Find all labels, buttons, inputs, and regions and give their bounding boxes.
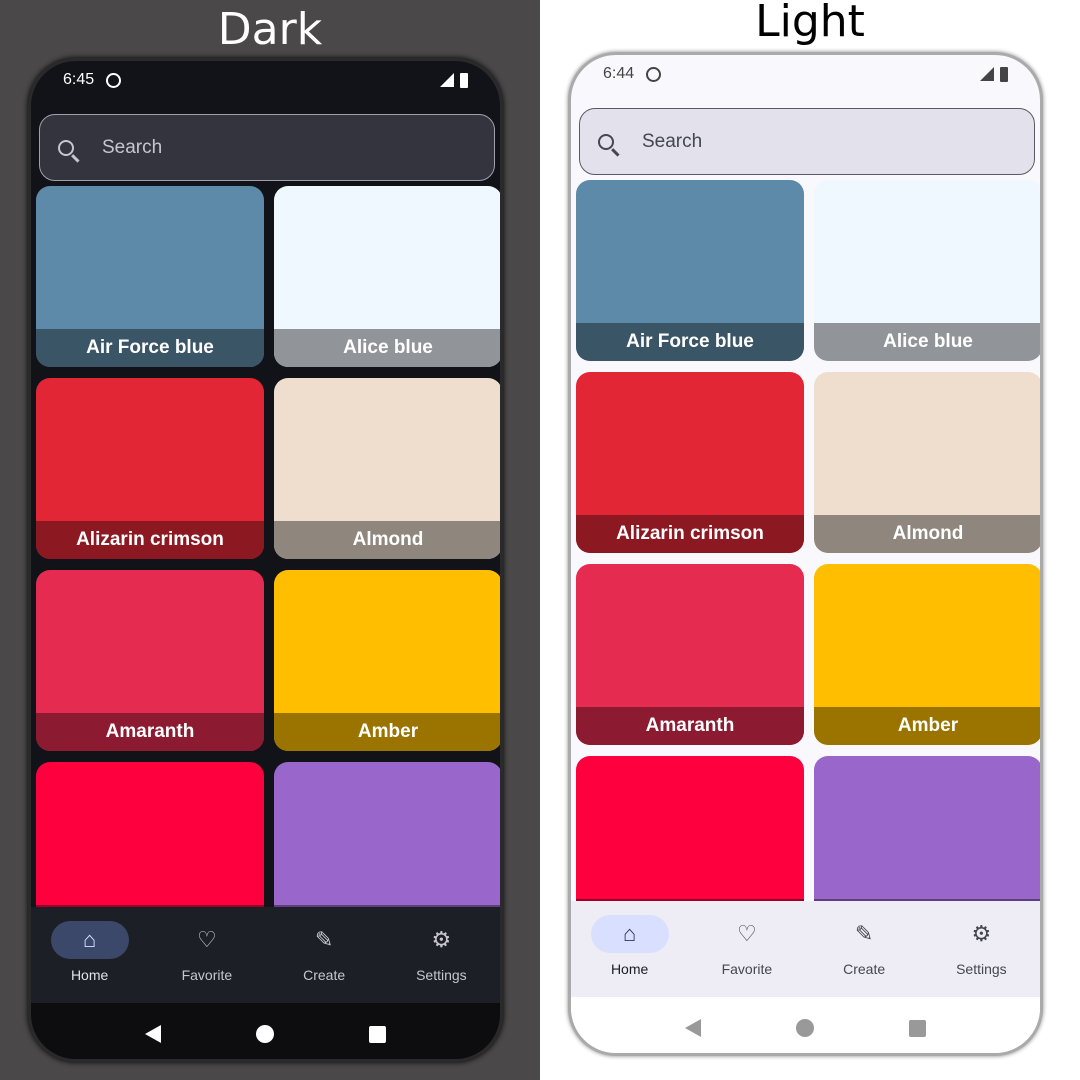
back-icon[interactable]: [685, 1019, 701, 1037]
gear-icon: ⚙: [971, 921, 992, 946]
heart-icon: ♡: [197, 927, 217, 952]
color-label: Almond: [274, 521, 500, 559]
color-tile[interactable]: Alice blue: [274, 186, 500, 367]
search-placeholder[interactable]: Search: [642, 131, 702, 153]
home-circle-icon[interactable]: [256, 1025, 274, 1043]
nav-label: Favorite: [181, 967, 233, 983]
battery-icon: [1000, 66, 1008, 82]
nav-label: Settings: [956, 961, 1007, 977]
panel-title: Dark: [217, 4, 323, 55]
color-tile[interactable]: Air Force blue: [36, 186, 264, 367]
nav-label: Create: [303, 967, 346, 983]
color-label: Almond: [814, 515, 1040, 553]
phone-frame: 6:45 Search Air Force blue Alice blue Alizar…: [28, 58, 503, 1062]
color-tile[interactable]: Alizarin crimson: [36, 378, 264, 559]
status-time: 6:45: [63, 71, 95, 88]
nav-item-settings[interactable]: ⚙ Settings: [923, 901, 1040, 997]
color-tile[interactable]: Amber: [814, 564, 1040, 745]
color-label: Air Force blue: [36, 329, 264, 367]
color-label: Amber: [814, 707, 1040, 745]
phone-frame: 6:44 Search Air Force blue Alice blue Alizar…: [568, 52, 1043, 1056]
nav-label: Home: [70, 967, 109, 983]
color-tile[interactable]: [814, 756, 1040, 902]
color-label: Air Force blue: [576, 323, 804, 361]
nav-item-favorite[interactable]: ♡ Favorite: [688, 901, 805, 997]
color-tile[interactable]: [36, 762, 264, 908]
nav-item-settings[interactable]: ⚙ Settings: [383, 907, 500, 1003]
nav-item-create[interactable]: ✎ Create: [806, 901, 923, 997]
panel-title: Light: [755, 0, 865, 47]
color-tile[interactable]: [274, 762, 500, 908]
color-label: Amaranth: [576, 707, 804, 745]
back-icon[interactable]: [145, 1025, 161, 1043]
gear-icon: ⚙: [431, 927, 452, 952]
recents-icon[interactable]: [369, 1025, 386, 1043]
color-label: Amaranth: [36, 713, 264, 751]
search-placeholder[interactable]: Search: [102, 137, 162, 159]
search-bar[interactable]: Search: [579, 108, 1035, 175]
color-tile[interactable]: Almond: [274, 378, 500, 559]
nav-label: Favorite: [721, 961, 773, 977]
bottom-nav: ⌂ Home ♡ Favorite ✎ Create ⚙ Settings: [31, 907, 500, 1003]
color-tile[interactable]: Alice blue: [814, 180, 1040, 361]
recents-icon[interactable]: [909, 1019, 926, 1037]
nav-label: Create: [843, 961, 886, 977]
nav-item-create[interactable]: ✎ Create: [266, 907, 383, 1003]
search-bar[interactable]: Search: [39, 114, 495, 181]
color-tile[interactable]: Amber: [274, 570, 500, 751]
color-label: Alizarin crimson: [36, 521, 264, 559]
color-tile[interactable]: Air Force blue: [576, 180, 804, 361]
color-tile[interactable]: Alizarin crimson: [576, 372, 804, 553]
pencil-icon: ✎: [854, 921, 874, 946]
nav-label: Settings: [416, 967, 467, 983]
color-tile[interactable]: Almond: [814, 372, 1040, 553]
bottom-nav: ⌂ Home ♡ Favorite ✎ Create ⚙ Settings: [571, 901, 1040, 997]
search-icon[interactable]: [58, 139, 74, 156]
search-icon[interactable]: [598, 133, 614, 150]
signal-icon: [980, 67, 994, 81]
sync-icon: [106, 72, 122, 88]
color-label: Alice blue: [274, 329, 500, 367]
heart-icon: ♡: [737, 921, 757, 946]
panel-light: Light 6:44 Search Air Force blue Alice blue A…: [540, 0, 1080, 1080]
status-time: 6:44: [603, 65, 635, 82]
nav-item-favorite[interactable]: ♡ Favorite: [148, 907, 265, 1003]
home-icon: ⌂: [590, 915, 669, 953]
sync-icon: [646, 66, 662, 82]
signal-icon: [440, 73, 454, 87]
panel-dark: Dark 6:45 Search Air Force blue Alice blue Al…: [0, 0, 540, 1080]
system-nav: [31, 1003, 500, 1059]
color-label: Alizarin crimson: [576, 515, 804, 553]
nav-item-home[interactable]: ⌂ Home: [571, 901, 688, 997]
color-grid[interactable]: Air Force blue Alice blue Alizarin crimson…: [33, 186, 500, 908]
color-label: Alice blue: [814, 323, 1040, 361]
pencil-icon: ✎: [314, 927, 334, 952]
battery-icon: [460, 72, 468, 88]
nav-label: Home: [610, 961, 649, 977]
color-tile[interactable]: Amaranth: [576, 564, 804, 745]
color-label: Amber: [274, 713, 500, 751]
status-bar: 6:44: [603, 63, 1008, 85]
color-grid[interactable]: Air Force blue Alice blue Alizarin crimson…: [573, 180, 1040, 902]
home-icon: ⌂: [50, 921, 129, 959]
status-bar: 6:45: [63, 69, 468, 91]
color-tile[interactable]: Amaranth: [36, 570, 264, 751]
home-circle-icon[interactable]: [796, 1019, 814, 1037]
nav-item-home[interactable]: ⌂ Home: [31, 907, 148, 1003]
color-tile[interactable]: [576, 756, 804, 902]
system-nav: [571, 997, 1040, 1053]
